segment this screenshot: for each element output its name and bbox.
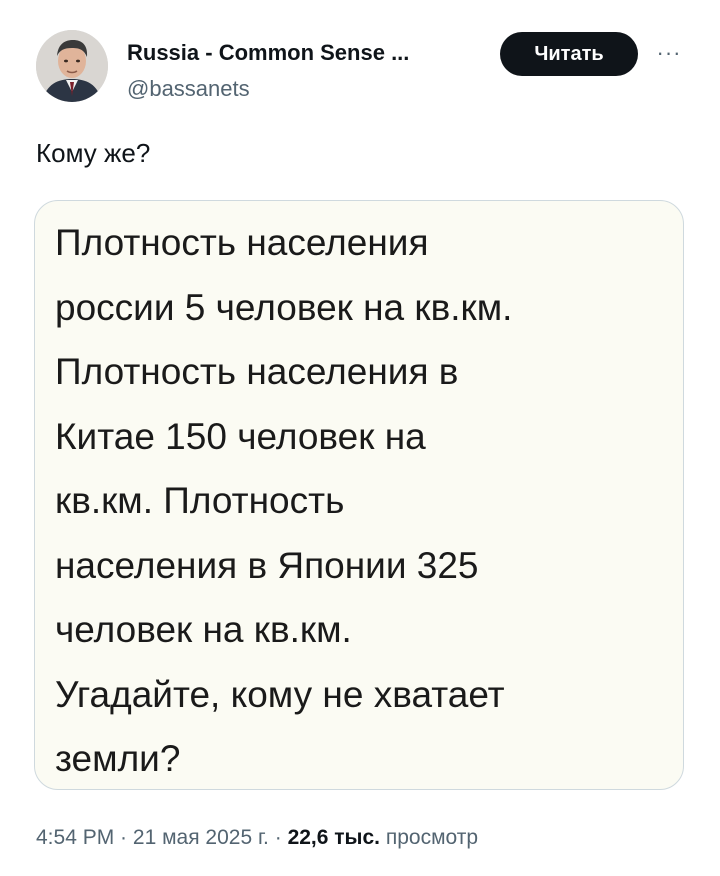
attached-image[interactable]: Плотность населения россии 5 человек на …: [34, 200, 684, 790]
meta-separator: ·: [268, 826, 288, 849]
views-label: просмотр: [380, 826, 479, 849]
views-count: 22,6 тыс.: [287, 826, 381, 849]
tweet-time[interactable]: 4:54 PM: [36, 826, 114, 849]
tweet-text: Кому же?: [36, 138, 151, 168]
tweet-header: Russia - Common Sense ... @bassanets Чит…: [36, 30, 686, 108]
more-icon: ···: [656, 40, 682, 65]
follow-button[interactable]: Читать: [500, 32, 638, 76]
meta-separator: ·: [114, 826, 133, 849]
author-handle[interactable]: @bassanets: [127, 76, 250, 102]
tweet-page: Russia - Common Sense ... @bassanets Чит…: [0, 0, 720, 876]
tweet-meta: 4:54 PM · 21 мая 2025 г. · 22,6 тыс. про…: [36, 826, 478, 850]
avatar[interactable]: [36, 30, 108, 102]
more-options-button[interactable]: ···: [651, 38, 687, 68]
author-name[interactable]: Russia - Common Sense ...: [127, 40, 409, 66]
user-portrait-icon: [36, 30, 108, 102]
tweet-date[interactable]: 21 мая 2025 г.: [133, 826, 269, 849]
image-text: Плотность населения россии 5 человек на …: [55, 222, 513, 779]
